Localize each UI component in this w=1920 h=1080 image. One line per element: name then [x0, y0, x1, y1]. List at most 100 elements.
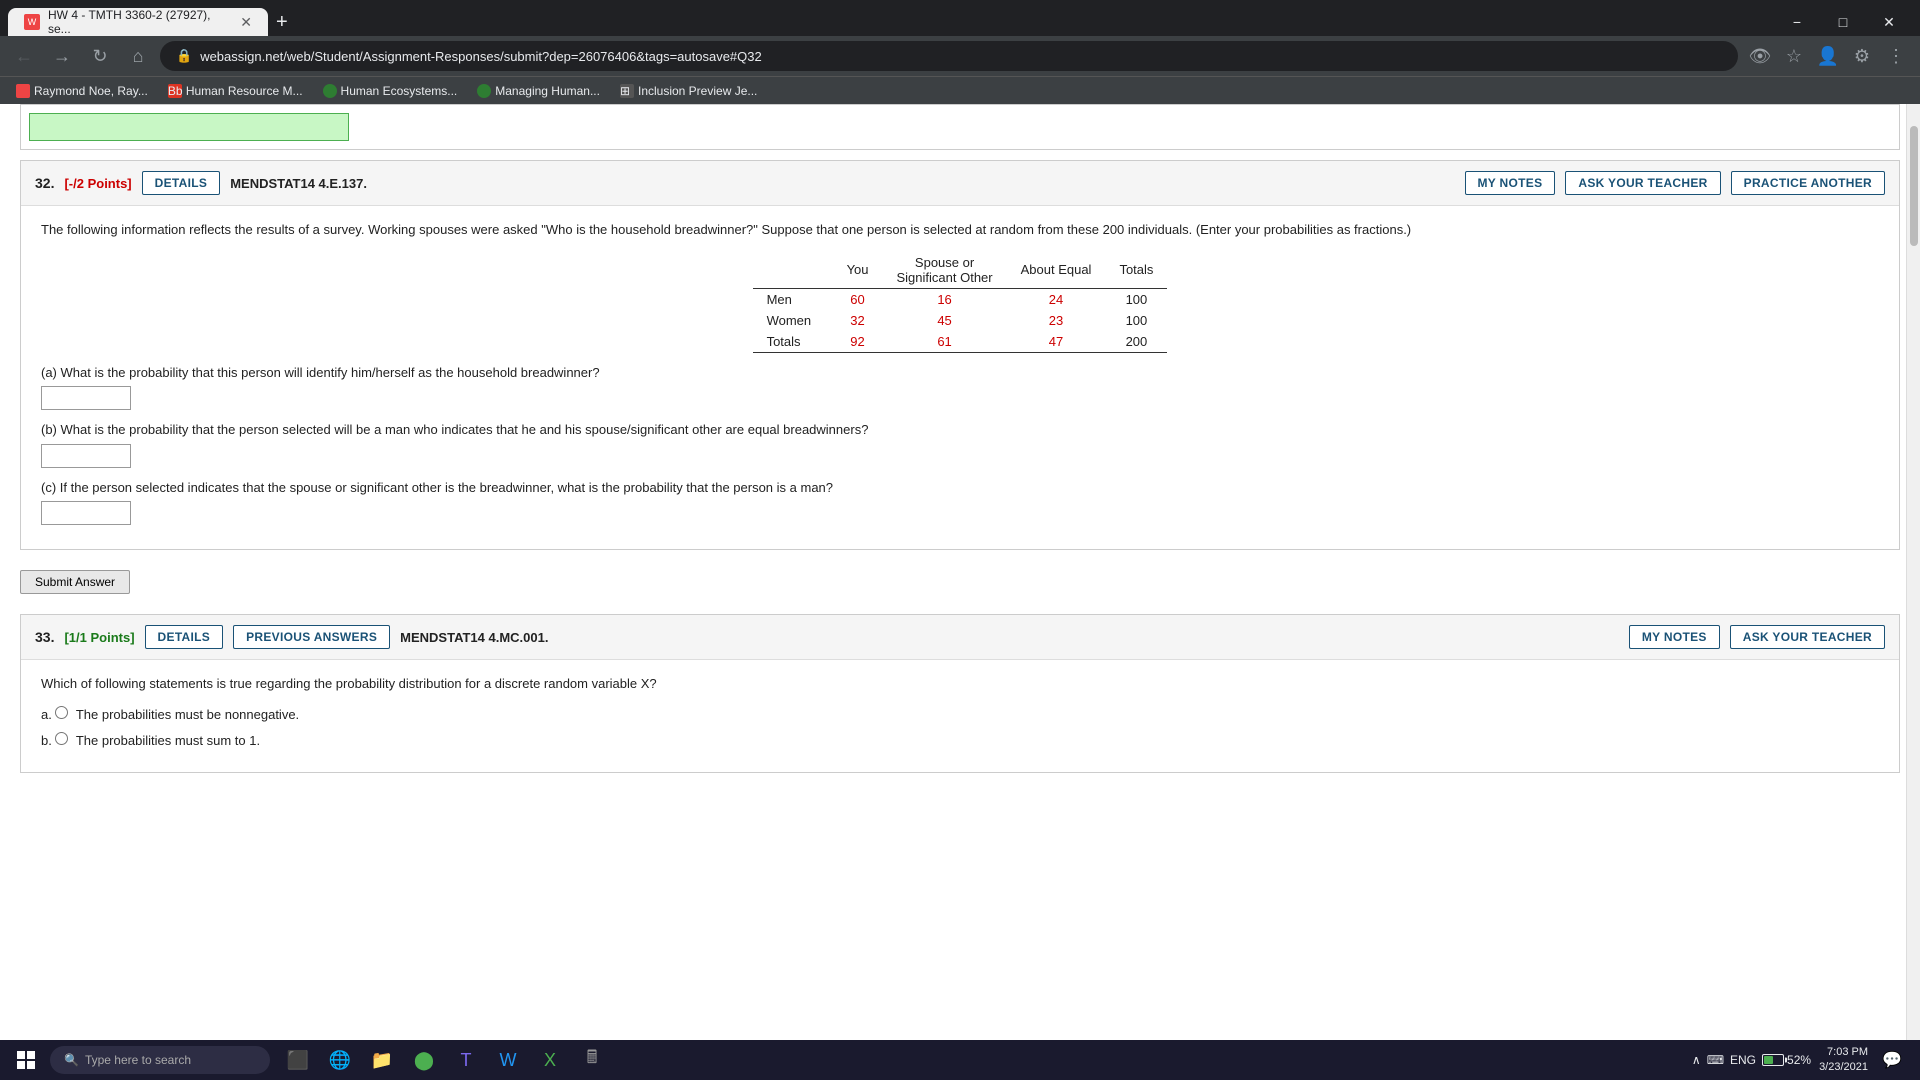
q32-part-a-input[interactable] [41, 386, 131, 410]
top-partial-question [20, 104, 1900, 150]
maximize-button[interactable]: □ [1820, 4, 1866, 40]
submit-answer-button[interactable]: Submit Answer [20, 570, 130, 594]
bookmark-managing[interactable]: Managing Human... [469, 82, 608, 100]
active-tab[interactable]: W HW 4 - TMTH 3360-2 (27927), se... ✕ [8, 8, 268, 36]
taskbar-edge-icon[interactable]: 🌐 [320, 1040, 360, 1080]
table-header-equal: About Equal [1007, 252, 1106, 289]
women-total: 100 [1105, 310, 1167, 331]
q33-radio-a[interactable] [55, 706, 68, 719]
q32-part-b-input[interactable] [41, 444, 131, 468]
q33-option-b-content: The probabilities must sum to 1. [76, 733, 260, 748]
lock-icon: 🔒 [176, 48, 192, 64]
bookmark-favicon-incl: ⊞ [620, 84, 634, 98]
taskbar-explorer-icon[interactable]: ⬛ [278, 1040, 318, 1080]
scrollbar-thumb[interactable] [1910, 126, 1918, 246]
home-button[interactable]: ⌂ [122, 40, 154, 72]
bookmark-label-eco: Human Ecosystems... [341, 84, 458, 98]
table-row-women: Women 32 45 23 100 [753, 310, 1168, 331]
q33-option-a: a. The probabilities must be nonnegative… [41, 706, 1879, 722]
q32-ask-teacher-button[interactable]: ASK YOUR TEACHER [1565, 171, 1720, 195]
extensions-button[interactable]: ⚙ [1846, 40, 1878, 72]
q32-details-button[interactable]: DETAILS [142, 171, 221, 195]
start-button[interactable] [4, 1040, 48, 1080]
women-equal: 23 [1007, 310, 1106, 331]
totals-total: 200 [1105, 331, 1167, 353]
reader-mode-button[interactable]: 👁 [1744, 40, 1776, 72]
q32-data-table: You Spouse orSignificant Other About Equ… [753, 252, 1168, 353]
q32-number: 32. [35, 175, 54, 191]
q33-details-button[interactable]: DETAILS [145, 625, 224, 649]
bookmark-inclusion[interactable]: ⊞ Inclusion Preview Je... [612, 82, 765, 100]
question-32-body: The following information reflects the r… [21, 206, 1899, 549]
profile-button[interactable]: 👤 [1812, 40, 1844, 72]
taskbar-chrome-icon[interactable]: ⬤ [404, 1040, 444, 1080]
bookmark-label-bb: Human Resource M... [186, 84, 303, 98]
men-spouse: 16 [883, 288, 1007, 310]
tray-up-arrow[interactable]: ∧ [1692, 1053, 1701, 1067]
q32-question-text: The following information reflects the r… [41, 220, 1879, 240]
new-tab-button[interactable]: + [268, 8, 296, 36]
tab-close-button[interactable]: ✕ [240, 14, 252, 31]
q33-notes-button[interactable]: MY NOTES [1629, 625, 1720, 649]
q32-part-b: (b) What is the probability that the per… [41, 420, 1879, 468]
bookmark-favicon-manage [477, 84, 491, 98]
reload-button[interactable]: ↻ [84, 40, 116, 72]
taskbar-excel-icon[interactable]: X [530, 1040, 570, 1080]
q33-number: 33. [35, 629, 54, 645]
taskbar-teams-icon[interactable]: T [446, 1040, 486, 1080]
table-header-totals: Totals [1105, 252, 1167, 289]
q33-radio-b[interactable] [55, 732, 68, 745]
q33-ask-teacher-button[interactable]: ASK YOUR TEACHER [1730, 625, 1885, 649]
back-button[interactable]: ← [8, 40, 40, 72]
clock-area[interactable]: 7:03 PM 3/23/2021 [1819, 1045, 1868, 1076]
taskbar-items: ⬛ 🌐 📁 ⬤ T W X 🖩 [278, 1040, 612, 1080]
table-header-spouse: Spouse orSignificant Other [883, 252, 1007, 289]
battery-icon [1762, 1054, 1784, 1066]
q32-part-a-text: (a) What is the probability that this pe… [41, 363, 1879, 383]
minimize-button[interactable]: − [1774, 4, 1820, 40]
q32-practice-button[interactable]: PRACTICE ANOTHER [1731, 171, 1885, 195]
tab-label: HW 4 - TMTH 3360-2 (27927), se... [48, 8, 228, 36]
totals-you: 92 [833, 331, 883, 353]
bookmark-ecosystems[interactable]: Human Ecosystems... [315, 82, 466, 100]
bookmark-button[interactable]: ☆ [1778, 40, 1810, 72]
men-you: 60 [833, 288, 883, 310]
men-total: 100 [1105, 288, 1167, 310]
q33-option-a-text: a. The probabilities must be nonnegative… [41, 706, 1879, 722]
table-header-you: You [833, 252, 883, 289]
tray-lang: ENG [1730, 1053, 1756, 1067]
row-label-totals: Totals [753, 331, 833, 353]
question-33-header: 33. [1/1 Points] DETAILS PREVIOUS ANSWER… [21, 615, 1899, 660]
q32-part-c-text: (c) If the person selected indicates tha… [41, 478, 1879, 498]
clock-date: 3/23/2021 [1819, 1060, 1868, 1075]
question-33-section: 33. [1/1 Points] DETAILS PREVIOUS ANSWER… [20, 614, 1900, 773]
q33-option-a-content: The probabilities must be nonnegative. [76, 707, 299, 722]
q33-prev-answers-button[interactable]: PREVIOUS ANSWERS [233, 625, 390, 649]
menu-button[interactable]: ⋮ [1880, 40, 1912, 72]
bookmark-raymond[interactable]: Raymond Noe, Ray... [8, 82, 156, 100]
notification-button[interactable]: 💬 [1876, 1040, 1908, 1080]
address-text: webassign.net/web/Student/Assignment-Res… [200, 49, 762, 64]
bookmark-bb[interactable]: Bb Human Resource M... [160, 82, 311, 100]
scrollbar[interactable] [1906, 104, 1920, 1040]
close-button[interactable]: ✕ [1866, 4, 1912, 40]
table-header-empty [753, 252, 833, 289]
row-label-men: Men [753, 288, 833, 310]
q32-part-c: (c) If the person selected indicates tha… [41, 478, 1879, 526]
taskbar: 🔍 Type here to search ⬛ 🌐 📁 ⬤ T W X 🖩 ∧ … [0, 1040, 1920, 1080]
taskbar-search[interactable]: 🔍 Type here to search [50, 1046, 270, 1074]
search-icon: 🔍 [64, 1053, 79, 1067]
q33-option-b: b. The probabilities must sum to 1. [41, 732, 1879, 748]
q32-notes-button[interactable]: MY NOTES [1465, 171, 1556, 195]
q32-part-c-input[interactable] [41, 501, 131, 525]
women-spouse: 45 [883, 310, 1007, 331]
forward-button[interactable]: → [46, 40, 78, 72]
row-label-women: Women [753, 310, 833, 331]
tray-keyboard-icon: ⌨ [1707, 1053, 1724, 1067]
taskbar-search-placeholder: Type here to search [85, 1053, 191, 1067]
taskbar-calc-icon[interactable]: 🖩 [572, 1040, 612, 1080]
taskbar-word-icon[interactable]: W [488, 1040, 528, 1080]
taskbar-files-icon[interactable]: 📁 [362, 1040, 402, 1080]
address-bar[interactable]: 🔒 webassign.net/web/Student/Assignment-R… [160, 41, 1738, 71]
q33-question-text: Which of following statements is true re… [41, 674, 1879, 694]
